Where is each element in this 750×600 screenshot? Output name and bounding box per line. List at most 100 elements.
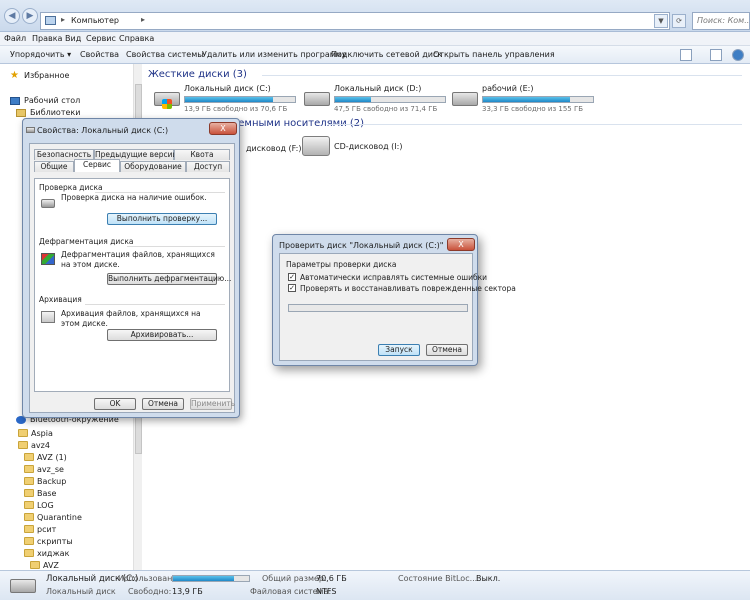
tab-general[interactable]: Общие: [34, 161, 74, 172]
cd-drive-icon: [302, 136, 330, 156]
run-check-button[interactable]: Выполнить проверку...: [107, 213, 217, 225]
tab-quota[interactable]: Квота: [174, 149, 230, 160]
breadcrumb-computer[interactable]: Компьютер: [71, 16, 119, 25]
check-options-header: Параметры проверки диска: [286, 260, 397, 269]
check-disk-body: Параметры проверки диска ✓ Автоматически…: [279, 253, 516, 361]
auto-fix-label[interactable]: Автоматически исправлять системные ошибк…: [300, 273, 487, 282]
drive-e-free-space: 33,3 ГБ свободно из 155 ГБ: [482, 105, 584, 113]
folder-icon: [24, 549, 34, 557]
view-options-icon[interactable]: [680, 49, 692, 61]
details-drive-type: Локальный диск: [46, 587, 116, 596]
nav-folder-avz[interactable]: AVZ: [43, 561, 59, 570]
drive-d-usage-bar: [334, 96, 446, 103]
check-progress-bar: [288, 304, 468, 312]
open-control-panel-button[interactable]: Открыть панель управления: [433, 50, 555, 59]
nav-favorites[interactable]: Избранное: [24, 71, 69, 80]
address-bar[interactable]: ▸ Компьютер ▸: [40, 12, 670, 30]
drive-c-usage-fill: [185, 97, 273, 102]
command-bar: Упорядочить ▾ Свойства Свойства системы …: [0, 46, 750, 64]
run-defrag-button[interactable]: Выполнить дефрагментацию...: [107, 273, 231, 285]
forward-button[interactable]: ▶: [22, 8, 38, 24]
drive-d-usage-fill: [335, 97, 372, 102]
tab-tools[interactable]: Сервис: [74, 159, 120, 172]
details-used-label: Использовано:: [118, 574, 180, 583]
start-button[interactable]: Запуск: [378, 344, 420, 356]
preview-pane-icon[interactable]: [710, 49, 722, 61]
menu-view[interactable]: Вид: [65, 34, 81, 43]
address-dropdown-button[interactable]: ▼: [654, 14, 668, 28]
nav-folder-base[interactable]: Base: [37, 489, 56, 498]
drive-d-name: Локальный диск (D:): [334, 84, 422, 93]
properties-body: Безопасность Предыдущие версии Квота Общ…: [29, 143, 235, 413]
nav-folder-scripts[interactable]: скрипты: [37, 537, 73, 546]
nav-folder-avz-se[interactable]: avz_se: [37, 465, 64, 474]
archive-button[interactable]: Архивировать...: [107, 329, 217, 341]
group-hard-drives[interactable]: Жесткие диски (3): [148, 69, 247, 80]
organize-button[interactable]: Упорядочить ▾: [10, 50, 71, 59]
nav-folder-quarantine[interactable]: Quarantine: [37, 513, 82, 522]
nav-desktop[interactable]: Рабочий стол: [24, 96, 80, 105]
breadcrumb-separator-icon: ▸: [61, 15, 66, 24]
folder-icon: [24, 477, 34, 485]
check-cancel-button[interactable]: Отмена: [426, 344, 468, 356]
folder-icon: [30, 561, 40, 569]
tab-hardware[interactable]: Оборудование: [120, 161, 186, 172]
star-icon: ★: [10, 70, 19, 81]
check-disk-close-button[interactable]: X: [447, 238, 475, 251]
details-free-label: Свободно:: [128, 587, 172, 596]
nav-folder-rsit[interactable]: рсит: [37, 525, 56, 534]
scan-sectors-checkbox[interactable]: ✓: [288, 284, 296, 292]
folder-icon: [24, 501, 34, 509]
details-fs-value: NTFS: [316, 587, 337, 596]
properties-button[interactable]: Свойства: [80, 50, 119, 59]
scan-sectors-label[interactable]: Проверять и восстанавливать поврежденные…: [300, 284, 516, 293]
nav-folder-log[interactable]: LOG: [37, 501, 54, 510]
desktop-icon: [10, 97, 20, 105]
details-usage-fill: [173, 576, 234, 581]
refresh-button[interactable]: ⟳: [672, 14, 686, 28]
menu-help[interactable]: Справка: [119, 34, 154, 43]
system-properties-button[interactable]: Свойства системы: [126, 50, 204, 59]
nav-folder-avz-1[interactable]: AVZ (1): [37, 453, 67, 462]
nav-folder-aspia[interactable]: Aspia: [31, 429, 53, 438]
menu-file[interactable]: Файл: [4, 34, 26, 43]
properties-close-button[interactable]: X: [209, 122, 237, 135]
cancel-button[interactable]: Отмена: [142, 398, 184, 410]
folder-icon: [24, 513, 34, 521]
help-icon[interactable]: [732, 49, 744, 61]
properties-dialog-title: Свойства: Локальный диск (C:): [37, 126, 169, 135]
ok-button[interactable]: OK: [94, 398, 136, 410]
uninstall-program-button[interactable]: Удалить или изменить программу: [202, 50, 347, 59]
tools-panel: Проверка диска Проверка диска на наличие…: [34, 178, 231, 392]
nav-folder-hijack[interactable]: хиджак: [37, 549, 69, 558]
map-network-drive-button[interactable]: Подключить сетевой диск: [331, 50, 442, 59]
nav-folder-backup[interactable]: Backup: [37, 477, 66, 486]
floppy-drive-label[interactable]: дисковод (F:): [246, 144, 301, 153]
folder-icon: [18, 429, 28, 437]
search-input[interactable]: Поиск: Ком...: [692, 12, 750, 30]
drive-d-free-space: 47,5 ГБ свободно из 71,4 ГБ: [334, 105, 438, 113]
computer-icon: [45, 16, 56, 25]
details-usage-bar: [172, 575, 250, 582]
apply-button[interactable]: Применить: [190, 398, 235, 410]
menu-tools[interactable]: Сервис: [86, 34, 116, 43]
cd-drive-name: CD-дисковод (I:): [334, 142, 403, 151]
hard-drive-icon: [304, 92, 330, 106]
group-divider: [328, 124, 742, 125]
back-button[interactable]: ◀: [4, 8, 20, 24]
chevron-down-icon: ▼: [658, 17, 664, 25]
drive-e-usage-bar: [482, 96, 594, 103]
auto-fix-checkbox[interactable]: ✓: [288, 273, 296, 281]
menu-edit[interactable]: Правка: [32, 34, 62, 43]
backup-icon: [41, 311, 55, 323]
check-section-header: Проверка диска: [39, 183, 103, 192]
breadcrumb-arrow-icon[interactable]: ▸: [141, 15, 145, 24]
folder-icon: [24, 489, 34, 497]
archive-section-header: Архивация: [39, 295, 82, 304]
check-description: Проверка диска на наличие ошибок.: [61, 193, 207, 202]
nav-folder-avz4[interactable]: avz4: [31, 441, 50, 450]
nav-libraries[interactable]: Библиотеки: [30, 108, 80, 117]
drive-icon: [26, 127, 35, 133]
tab-sharing[interactable]: Доступ: [186, 161, 230, 172]
check-disk-dialog: Проверить диск "Локальный диск (C:)" X П…: [272, 234, 516, 366]
